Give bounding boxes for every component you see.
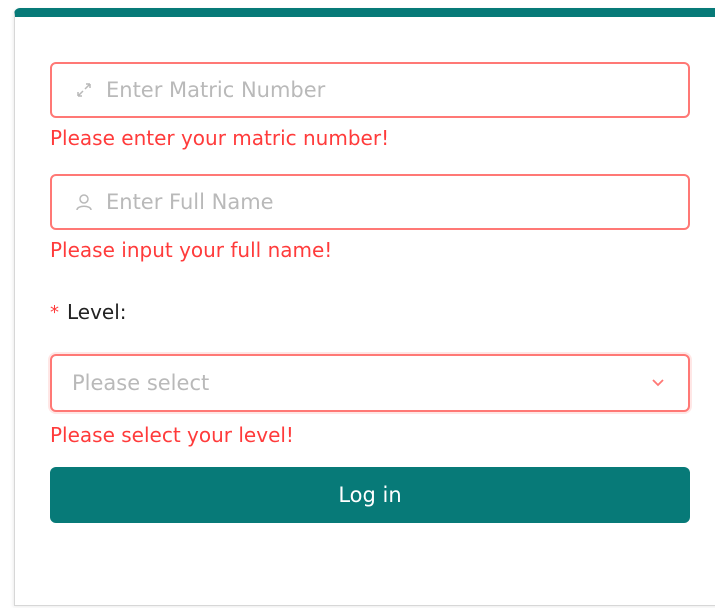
level-label: * Level :: [50, 300, 127, 324]
user-icon: [74, 192, 94, 212]
required-mark: *: [50, 301, 59, 323]
level-select[interactable]: Please select: [50, 354, 690, 412]
chevron-down-icon[interactable]: [650, 375, 666, 391]
matric-number-error: Please enter your matric number!: [50, 126, 390, 150]
level-select-placeholder: Please select: [72, 371, 210, 395]
matric-number-field[interactable]: [50, 62, 690, 118]
level-error: Please select your level!: [50, 423, 294, 447]
level-label-colon: :: [119, 300, 127, 324]
matric-number-input[interactable]: [106, 64, 688, 116]
full-name-input[interactable]: [106, 176, 688, 228]
login-button[interactable]: Log in: [50, 467, 690, 523]
full-name-field[interactable]: [50, 174, 690, 230]
expand-arrows-icon: [74, 80, 94, 100]
full-name-error: Please input your full name!: [50, 238, 333, 262]
level-label-text: Level: [67, 300, 120, 324]
